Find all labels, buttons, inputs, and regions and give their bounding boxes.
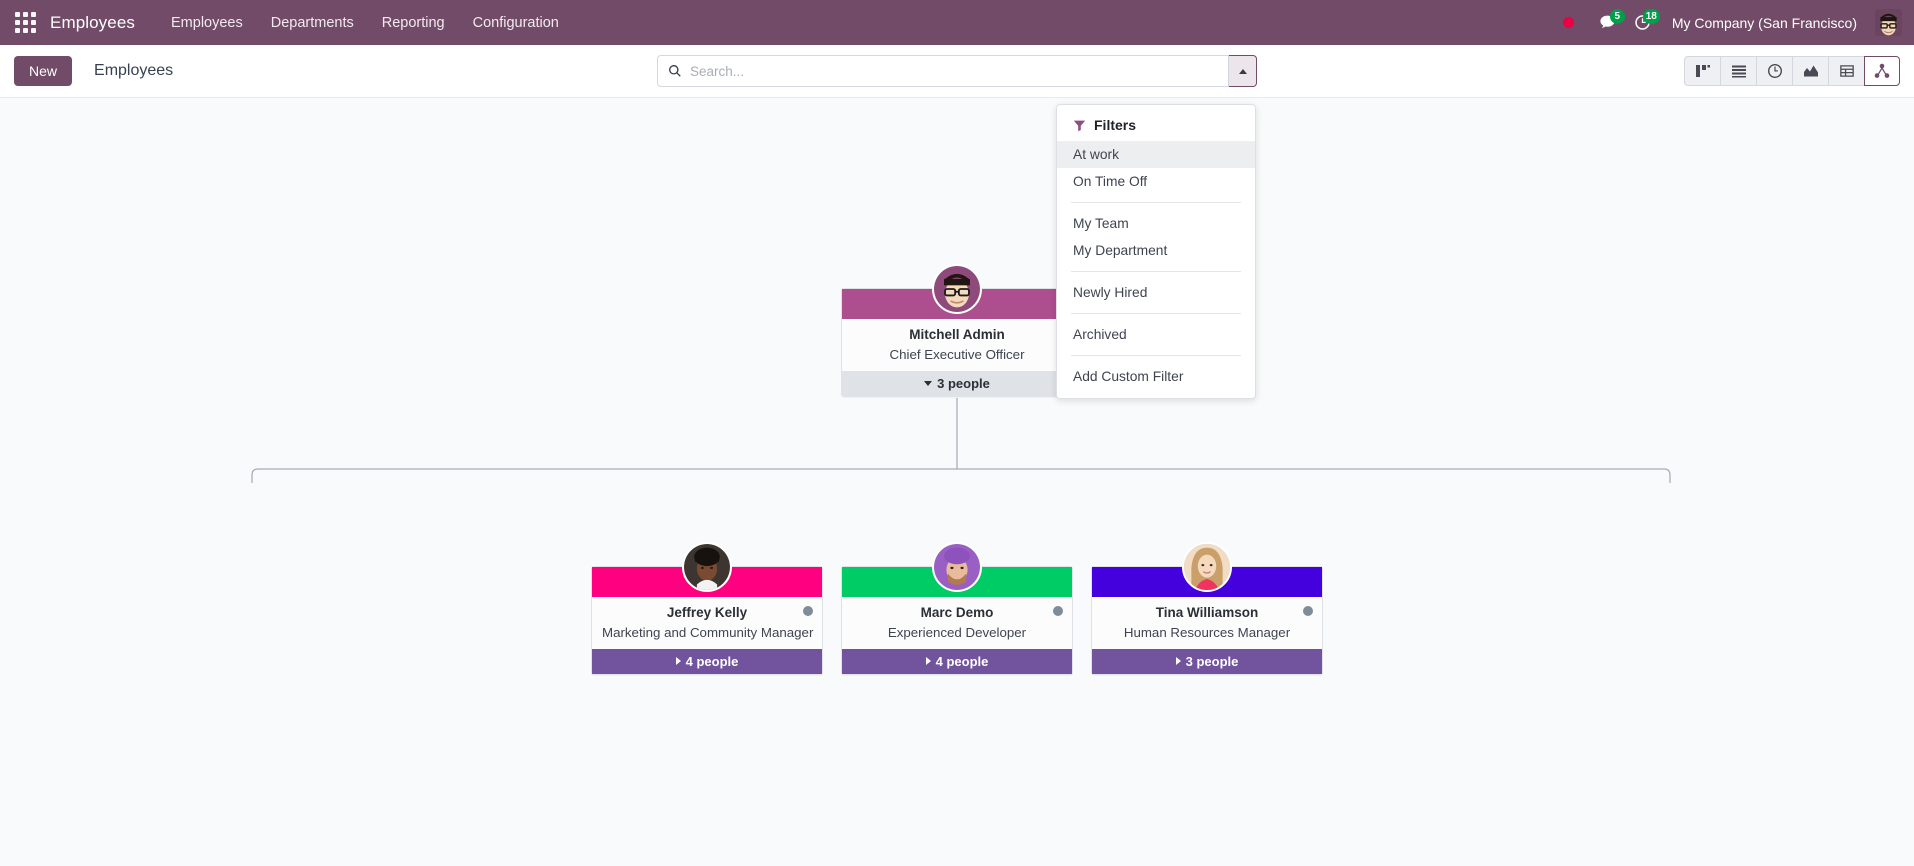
avatar[interactable]	[1182, 542, 1232, 592]
employee-job-title: Experienced Developer	[887, 624, 1027, 640]
chevron-right-icon	[925, 657, 931, 666]
record-dot-icon[interactable]	[1562, 17, 1574, 28]
card-body: Tina Williamson Human Resources Manager	[1092, 597, 1322, 649]
subordinates-toggle[interactable]: 4 people	[592, 648, 822, 674]
employee-job-title: Human Resources Manager	[1123, 624, 1291, 640]
kanban-icon	[1695, 65, 1710, 77]
subordinates-toggle[interactable]: 3 people	[842, 370, 1072, 396]
employee-name: Marc Demo	[920, 605, 994, 620]
status-badge	[803, 606, 813, 616]
search-input[interactable]	[690, 63, 1218, 79]
view-button-activity[interactable]	[1756, 56, 1792, 86]
employee-job-title: Marketing and Community Manager	[602, 624, 814, 640]
filter-item-archived[interactable]: Archived	[1057, 321, 1255, 348]
filter-item-newly-hired[interactable]: Newly Hired	[1057, 279, 1255, 306]
card-body: Jeffrey Kelly Marketing and Community Ma…	[592, 597, 822, 649]
chevron-down-icon	[924, 380, 933, 386]
subordinates-count: 3 people	[937, 375, 990, 391]
employee-name: Mitchell Admin	[909, 327, 1005, 342]
clock-icon	[1767, 64, 1782, 78]
view-button-pivot[interactable]	[1828, 56, 1864, 86]
status-badge	[1303, 606, 1313, 616]
subordinates-toggle[interactable]: 3 people	[1092, 648, 1322, 674]
org-card-child[interactable]: Marc Demo Experienced Developer 4 people	[841, 542, 1073, 675]
status-badge	[1053, 606, 1063, 616]
funnel-icon	[1073, 120, 1086, 131]
new-button[interactable]: New	[14, 56, 73, 86]
navbar-right-tools: 5 18 My Company (San Francisco)	[1562, 9, 1902, 36]
grid-apps-icon	[14, 12, 36, 33]
chevron-right-icon	[675, 657, 681, 666]
org-chart-icon	[1874, 63, 1890, 78]
employee-name: Jeffrey Kelly	[666, 605, 748, 620]
view-switcher	[1684, 56, 1900, 86]
org-card-child[interactable]: Jeffrey Kelly Marketing and Community Ma…	[591, 542, 823, 675]
filters-dropdown-header: Filters	[1057, 111, 1255, 141]
avatar-image	[934, 266, 980, 312]
org-card-child[interactable]: Tina Williamson Human Resources Manager …	[1091, 542, 1323, 675]
apps-menu-button[interactable]	[8, 6, 42, 40]
messages-count-badge: 5	[1609, 9, 1625, 24]
menu-divider	[1071, 355, 1241, 356]
chevron-right-icon	[1175, 657, 1181, 666]
menu-divider	[1071, 202, 1241, 203]
menu-item-reporting[interactable]: Reporting	[368, 9, 459, 37]
menu-divider	[1071, 313, 1241, 314]
avatar-image	[934, 544, 980, 590]
org-chart-connectors	[251, 398, 1671, 483]
avatar[interactable]	[682, 542, 732, 592]
caret-up-icon	[1238, 68, 1247, 74]
user-avatar[interactable]	[1875, 9, 1902, 36]
menu-item-departments[interactable]: Departments	[257, 9, 368, 37]
filters-title: Filters	[1094, 117, 1137, 133]
view-button-graph[interactable]	[1792, 56, 1828, 86]
org-card-root[interactable]: Mitchell Admin Chief Executive Officer 3…	[841, 264, 1073, 397]
avatar[interactable]	[932, 542, 982, 592]
card-body: Marc Demo Experienced Developer	[842, 597, 1072, 649]
filter-item-add-custom-filter[interactable]: Add Custom Filter	[1057, 363, 1255, 390]
activities-count-badge: 18	[1642, 9, 1660, 24]
search-icon	[669, 65, 681, 77]
subordinates-count: 4 people	[935, 653, 989, 669]
subordinates-count: 4 people	[685, 653, 739, 669]
avatar-image	[684, 544, 730, 590]
subordinates-count: 3 people	[1185, 653, 1239, 669]
filter-item-on-time-off[interactable]: On Time Off	[1057, 168, 1255, 195]
menu-item-configuration[interactable]: Configuration	[459, 9, 573, 37]
pivot-table-icon	[1839, 65, 1854, 77]
company-switcher[interactable]: My Company (San Francisco)	[1660, 10, 1869, 36]
menu-divider	[1071, 271, 1241, 272]
menu-item-employees[interactable]: Employees	[157, 9, 257, 37]
graph-icon	[1803, 65, 1818, 77]
filter-item-my-team[interactable]: My Team	[1057, 210, 1255, 237]
filter-item-my-department[interactable]: My Department	[1057, 237, 1255, 264]
subordinates-toggle[interactable]: 4 people	[842, 648, 1072, 674]
org-chart-canvas: Mitchell Admin Chief Executive Officer 3…	[0, 98, 1914, 866]
filter-item-at-work[interactable]: At work	[1057, 141, 1255, 168]
search-view	[657, 55, 1257, 87]
messages-button[interactable]: 5	[1590, 9, 1625, 35]
control-panel: New Employees	[0, 45, 1914, 98]
employee-name: Tina Williamson	[1155, 605, 1259, 620]
app-brand-employees[interactable]: Employees	[50, 13, 135, 33]
employee-job-title: Chief Executive Officer	[889, 346, 1025, 362]
avatar[interactable]	[932, 264, 982, 314]
breadcrumb: Employees	[94, 62, 174, 79]
activities-button[interactable]: 18	[1625, 9, 1660, 35]
view-button-list[interactable]	[1720, 56, 1756, 86]
main-menu: Employees Departments Reporting Configur…	[157, 9, 573, 37]
avatar-image	[1184, 544, 1230, 590]
card-body: Mitchell Admin Chief Executive Officer	[842, 319, 1072, 371]
top-navbar: Employees Employees Departments Reportin…	[0, 0, 1914, 45]
search-field-wrapper[interactable]	[657, 55, 1229, 87]
search-dropdown-toggle[interactable]	[1229, 55, 1257, 87]
filters-dropdown-menu: Filters At work On Time Off My Team My D…	[1056, 104, 1256, 399]
view-button-kanban[interactable]	[1684, 56, 1720, 86]
list-icon	[1731, 65, 1746, 78]
avatar-image	[1875, 9, 1902, 36]
view-button-org-chart[interactable]	[1864, 56, 1900, 86]
